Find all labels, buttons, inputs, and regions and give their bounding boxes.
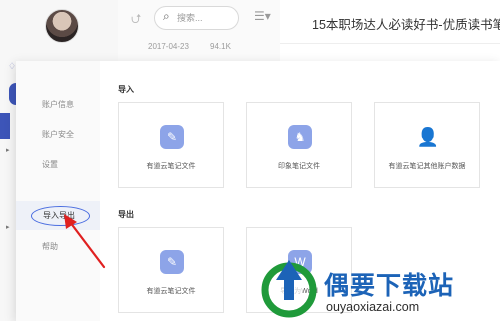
sort-menu-icon[interactable]: ☰▾ <box>254 9 271 23</box>
caret-right-icon: ▸ <box>6 147 10 154</box>
import-evernote-card[interactable]: ♞ 印象笔记文件 <box>246 102 352 188</box>
export-section-label: 导出 <box>118 210 134 219</box>
card-label: 有道云笔记文件 <box>146 163 196 170</box>
sync-icon[interactable]: ⮍ <box>131 10 141 32</box>
import-youdao-card[interactable]: ✎ 有道云笔记文件 <box>118 102 224 188</box>
watermark-logo-icon <box>261 260 317 318</box>
search-input[interactable]: ⌕ 搜索... <box>154 6 239 30</box>
annotation-arrow <box>64 214 106 269</box>
nav-account-security[interactable]: 账户安全 <box>42 129 74 140</box>
watermark-brand: 偶要下载站 <box>324 272 455 300</box>
evernote-elephant-icon: ♞ <box>288 125 312 149</box>
avatar[interactable] <box>45 9 79 43</box>
caret-right-icon: ▸ <box>6 224 10 231</box>
note-icon: ✎ <box>160 125 184 149</box>
card-label: 印象笔记文件 <box>278 163 320 170</box>
search-icon: ⌕ <box>163 9 170 23</box>
sidebar-active-indicator <box>0 113 10 139</box>
note-date: 2017-04-23 <box>148 42 189 51</box>
nav-help[interactable]: 帮助 <box>42 241 58 252</box>
nav-account-info[interactable]: 账户信息 <box>42 99 74 110</box>
watermark: 偶要下载站 ouyaoxiazai.com <box>256 254 500 321</box>
diamond-icon[interactable]: ♢ <box>8 62 16 71</box>
export-youdao-card[interactable]: ✎ 有道云笔记文件 <box>118 227 224 313</box>
import-section-label: 导入 <box>118 85 134 94</box>
user-icon: 👤 <box>416 126 440 147</box>
nav-settings[interactable]: 设置 <box>42 159 58 170</box>
divider <box>280 43 500 44</box>
note-size: 94.1K <box>210 42 231 51</box>
watermark-url: ouyaoxiazai.com <box>326 300 420 314</box>
settings-nav: 账户信息 账户安全 设置 导入导出 帮助 <box>16 61 100 321</box>
card-label: 有道云笔记文件 <box>146 288 196 295</box>
note-icon: ✎ <box>160 250 184 274</box>
document-title: 15本职场达人必读好书-优质读书笔记 <box>312 18 500 32</box>
search-placeholder: 搜索... <box>177 13 203 23</box>
card-label: 有道云笔记其他账户数据 <box>388 163 466 170</box>
import-other-account-card[interactable]: 👤 有道云笔记其他账户数据 <box>374 102 480 188</box>
